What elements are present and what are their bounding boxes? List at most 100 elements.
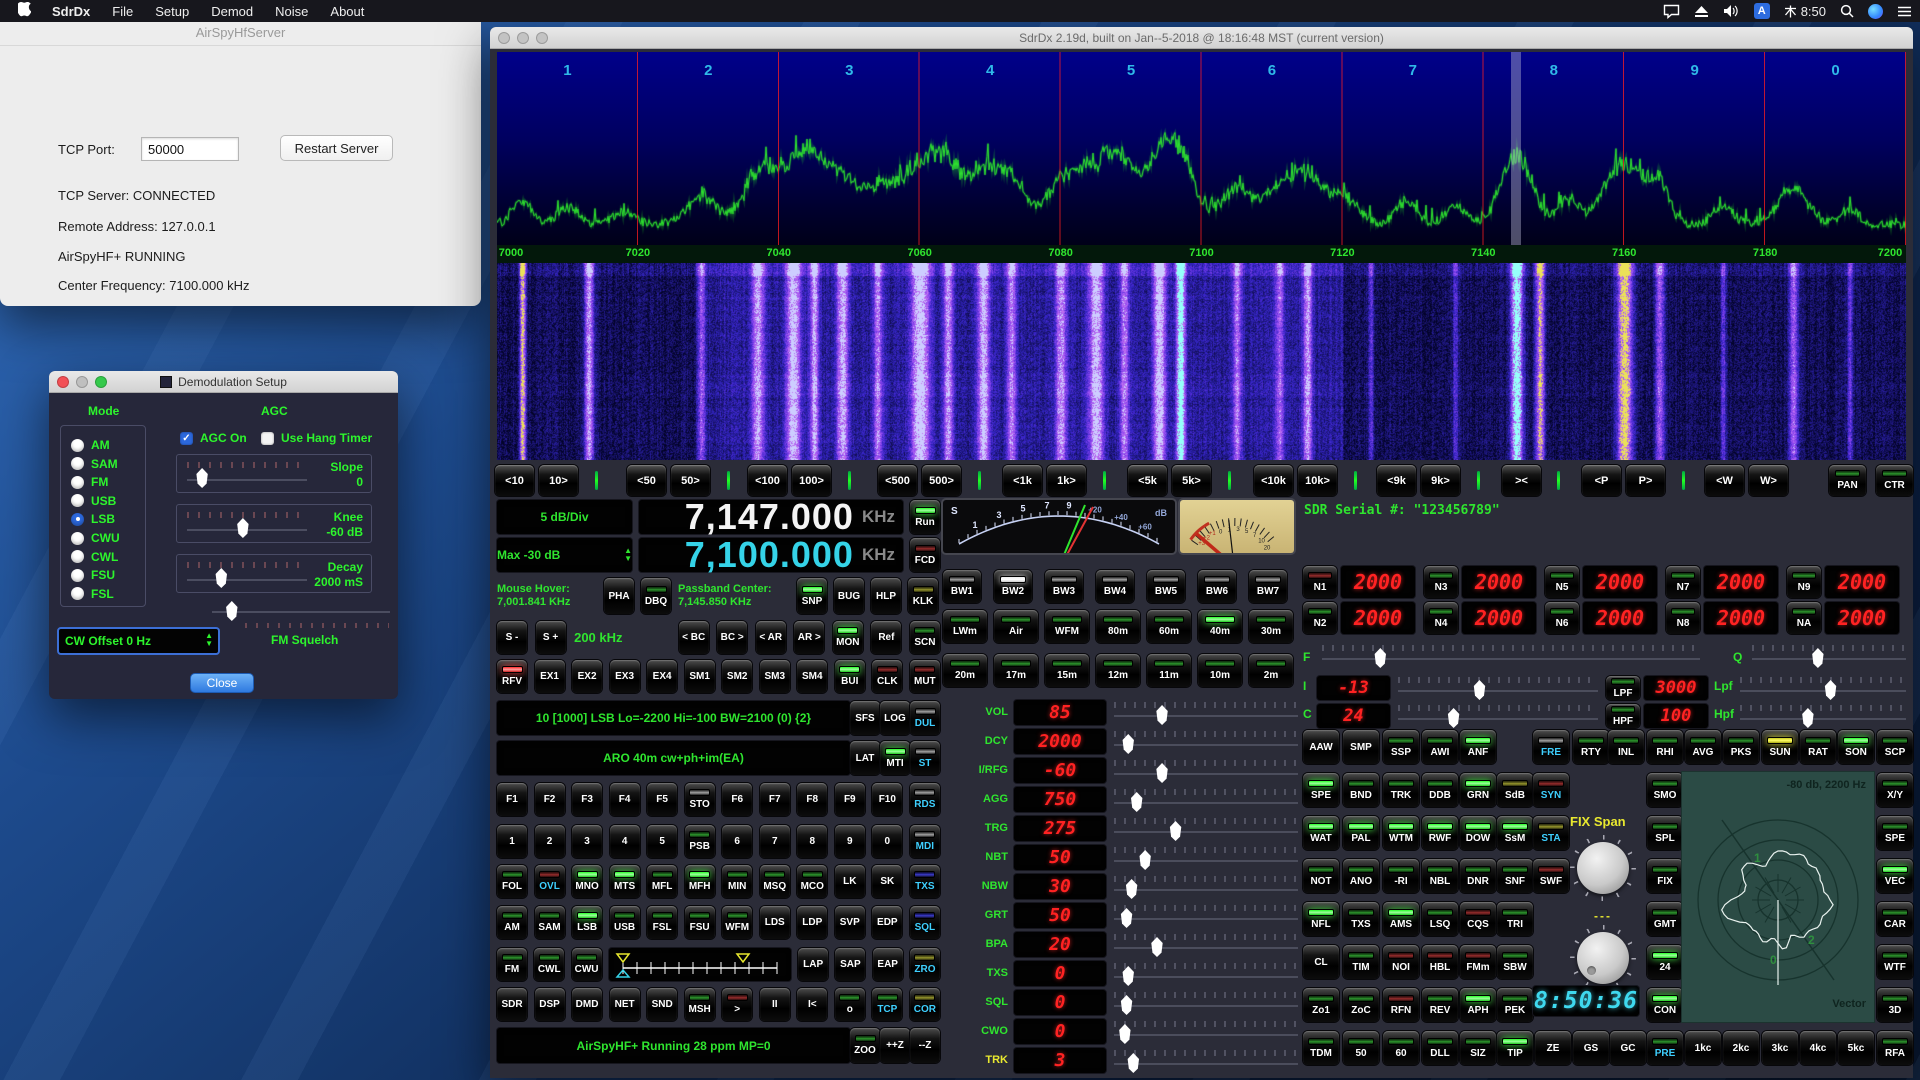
cor-button[interactable]: COR xyxy=(910,988,940,1021)
sql-button[interactable]: SQL xyxy=(910,906,940,939)
30m-button[interactable]: 30m xyxy=(1249,610,1293,643)
rhi-button[interactable]: RHI xyxy=(1647,730,1683,764)
menu-item-setup[interactable]: Setup xyxy=(144,4,200,19)
pre-button[interactable]: PRE xyxy=(1647,1031,1683,1065)
menu-item-sdrdx[interactable]: SdrDx xyxy=(41,4,101,19)
vol-param-slider[interactable] xyxy=(1114,702,1298,724)
80m-button[interactable]: 80m xyxy=(1096,610,1140,643)
sbw-button[interactable]: SBW xyxy=(1497,945,1533,979)
psb-button[interactable]: PSB xyxy=(685,825,715,858)
tcp-port-input[interactable] xyxy=(141,137,239,161)
mfh-button[interactable]: MFH xyxy=(685,865,715,898)
step-10k-button[interactable]: 10k> xyxy=(1298,465,1337,496)
sap-button[interactable]: SAP xyxy=(835,948,865,981)
q-slider[interactable] xyxy=(1752,645,1906,667)
cw-offset-field[interactable]: CW Offset 0 Hz ▲▼ xyxy=(57,627,220,655)
tdm-button[interactable]: TDM xyxy=(1303,1031,1339,1065)
ssm-button[interactable]: SsM xyxy=(1497,816,1533,850)
s-button[interactable]: S + xyxy=(536,621,566,654)
txs-button[interactable]: TXS xyxy=(910,865,940,898)
zro-button[interactable]: ZRO xyxy=(910,948,940,981)
hbl-button[interactable]: HBL xyxy=(1422,945,1458,979)
0-button[interactable]: 0 xyxy=(872,825,902,858)
fix-span-knob[interactable] xyxy=(1577,842,1629,894)
slope-slider[interactable]: Slope0 xyxy=(176,454,372,493)
son-button[interactable]: SON xyxy=(1838,730,1874,764)
step-w-button[interactable]: <W xyxy=(1705,465,1744,496)
ri-button[interactable]: -RI xyxy=(1383,859,1419,893)
1-button[interactable]: 1 xyxy=(497,825,527,858)
7-button[interactable]: 7 xyxy=(760,825,790,858)
decay-slider-handle[interactable] xyxy=(214,568,229,588)
ref-button[interactable]: Ref xyxy=(871,621,901,654)
9-button[interactable]: 9 xyxy=(835,825,865,858)
gc-button[interactable]: GC xyxy=(1610,1031,1646,1065)
chat-icon[interactable] xyxy=(1663,4,1680,19)
3d-button[interactable]: 3D xyxy=(1877,988,1913,1022)
4-button[interactable]: 4 xyxy=(610,825,640,858)
dbq-button[interactable]: DBQ xyxy=(641,578,671,614)
rfn-button[interactable]: RFN xyxy=(1383,988,1419,1022)
bw6-button[interactable]: BW6 xyxy=(1198,570,1236,603)
nfl-button[interactable]: NFL xyxy=(1303,902,1339,936)
20m-button[interactable]: 20m xyxy=(943,654,987,687)
clk-button[interactable]: CLK xyxy=(872,660,902,693)
mts-button[interactable]: MTS xyxy=(610,865,640,898)
smp-button[interactable]: SMP xyxy=(1343,730,1379,764)
n9-button[interactable]: N9 xyxy=(1787,566,1821,598)
restart-server-button[interactable]: Restart Server xyxy=(280,135,393,161)
8-button[interactable]: 8 xyxy=(797,825,827,858)
2m-button[interactable]: 2m xyxy=(1249,654,1293,687)
3kc-button[interactable]: 3kc xyxy=(1762,1031,1798,1065)
step-500-button[interactable]: 500> xyxy=(922,465,961,496)
menu-item-noise[interactable]: Noise xyxy=(264,4,319,19)
bw3-button[interactable]: BW3 xyxy=(1045,570,1083,603)
f8-button[interactable]: F8 xyxy=(797,783,827,816)
wtf-button[interactable]: WTF xyxy=(1877,945,1913,979)
i-rfg-param-slider[interactable] xyxy=(1114,760,1298,782)
hpf-slider[interactable] xyxy=(1740,705,1906,727)
dul-button[interactable]: DUL xyxy=(910,701,940,735)
step-10-button[interactable]: 10> xyxy=(539,465,578,496)
sm3-button[interactable]: SM3 xyxy=(760,660,790,693)
ovl-button[interactable]: OVL xyxy=(535,865,565,898)
demod-title-bar[interactable]: Demodulation Setup xyxy=(49,371,398,393)
nbl-button[interactable]: NBL xyxy=(1422,859,1458,893)
ii-button[interactable]: II xyxy=(760,988,790,1021)
sto-button[interactable]: STO xyxy=(685,783,715,816)
5-button[interactable]: 5 xyxy=(647,825,677,858)
svp-button[interactable]: SVP xyxy=(835,906,865,939)
lat-button[interactable]: LAT xyxy=(850,741,880,775)
step-9k-button[interactable]: 9k> xyxy=(1421,465,1460,496)
grn-button[interactable]: GRN xyxy=(1460,773,1496,807)
center-frequency-display[interactable]: 7,100.000KHz xyxy=(639,538,903,572)
tcp-button[interactable]: TCP xyxy=(872,988,902,1021)
menu-item-demod[interactable]: Demod xyxy=(200,4,264,19)
scp-button[interactable]: SCP xyxy=(1877,730,1913,764)
pek-button[interactable]: PEK xyxy=(1497,988,1533,1022)
f3-button[interactable]: F3 xyxy=(572,783,602,816)
txs-button[interactable]: TXS xyxy=(1343,902,1379,936)
ar-button[interactable]: AR > xyxy=(794,621,824,654)
ano-button[interactable]: ANO xyxy=(1343,859,1379,893)
10m-button[interactable]: 10m xyxy=(1198,654,1242,687)
dnr-button[interactable]: DNR xyxy=(1460,859,1496,893)
klk-button[interactable]: KLK xyxy=(908,578,938,614)
f6-button[interactable]: F6 xyxy=(722,783,752,816)
2kc-button[interactable]: 2kc xyxy=(1723,1031,1759,1065)
tuning-band[interactable] xyxy=(1511,52,1521,245)
knee-slider-handle[interactable] xyxy=(235,518,250,538)
rat-button[interactable]: RAT xyxy=(1800,730,1836,764)
bw4-button[interactable]: BW4 xyxy=(1096,570,1134,603)
fol-button[interactable]: FOL xyxy=(497,865,527,898)
lsq-button[interactable]: LSQ xyxy=(1422,902,1458,936)
ex4-button[interactable]: EX4 xyxy=(647,660,677,693)
lsb-button[interactable]: LSB xyxy=(572,906,602,939)
demod-window-controls[interactable] xyxy=(57,376,107,388)
mode-option-sam[interactable]: SAM xyxy=(71,457,118,471)
not-button[interactable]: NOT xyxy=(1303,859,1339,893)
agg-param-slider[interactable] xyxy=(1114,789,1298,811)
ze-button[interactable]: ZE xyxy=(1535,1031,1571,1065)
mode-radio-fsl[interactable] xyxy=(71,587,84,600)
mode-option-cwu[interactable]: CWU xyxy=(71,531,120,545)
